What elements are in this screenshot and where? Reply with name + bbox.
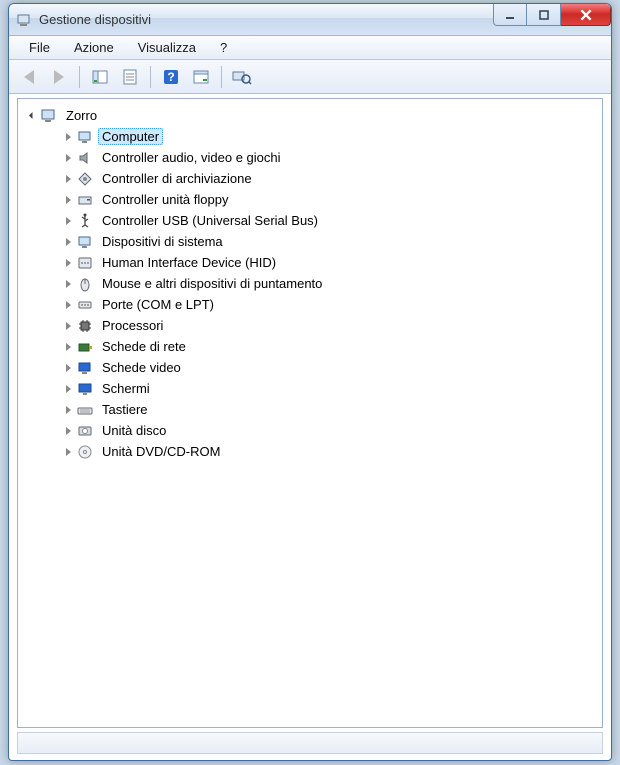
svg-text:?: ?: [167, 70, 174, 84]
help-button[interactable]: ?: [157, 63, 185, 91]
tree-item-label: Mouse e altri dispositivi di puntamento: [98, 275, 326, 292]
expander-icon[interactable]: [62, 131, 74, 143]
scan-hardware-button[interactable]: [228, 63, 256, 91]
tree-item-label: Dispositivi di sistema: [98, 233, 227, 250]
action-button[interactable]: [187, 63, 215, 91]
floppy-controller-icon: [76, 191, 94, 209]
tree-item[interactable]: Schede di rete: [58, 336, 598, 357]
tree-item[interactable]: Dispositivi di sistema: [58, 231, 598, 252]
tree-item[interactable]: Unità DVD/CD-ROM: [58, 441, 598, 462]
window-title: Gestione dispositivi: [39, 12, 151, 27]
tree-item-label: Controller audio, video e giochi: [98, 149, 285, 166]
network-adapter-icon: [76, 338, 94, 356]
menu-action[interactable]: Azione: [64, 37, 124, 58]
tree-item[interactable]: Schede video: [58, 357, 598, 378]
expander-icon[interactable]: [62, 257, 74, 269]
expander-icon[interactable]: [62, 278, 74, 290]
expander-icon[interactable]: [62, 152, 74, 164]
hid-icon: [76, 254, 94, 272]
expander-icon[interactable]: [62, 446, 74, 458]
usb-icon: [76, 212, 94, 230]
forward-button[interactable]: [45, 63, 73, 91]
maximize-button[interactable]: [527, 4, 561, 26]
tree-item[interactable]: Controller audio, video e giochi: [58, 147, 598, 168]
expander-icon[interactable]: [62, 425, 74, 437]
tree-item-label: Schede di rete: [98, 338, 190, 355]
expander-icon[interactable]: [62, 341, 74, 353]
tree-item[interactable]: Computer: [58, 126, 598, 147]
properties-button[interactable]: [116, 63, 144, 91]
expander-icon[interactable]: [62, 404, 74, 416]
close-button[interactable]: [561, 4, 611, 26]
minimize-button[interactable]: [493, 4, 527, 26]
tree-item-label: Controller USB (Universal Serial Bus): [98, 212, 322, 229]
tree-root-label: Zorro: [62, 107, 101, 124]
tree-item[interactable]: Tastiere: [58, 399, 598, 420]
expander-icon[interactable]: [26, 110, 38, 122]
show-hide-tree-button[interactable]: [86, 63, 114, 91]
computer-icon: [76, 128, 94, 146]
tree-item-label: Processori: [98, 317, 167, 334]
tree-item[interactable]: Controller di archiviazione: [58, 168, 598, 189]
statusbar: [17, 732, 603, 754]
menu-help[interactable]: ?: [210, 37, 237, 58]
tree-item[interactable]: Human Interface Device (HID): [58, 252, 598, 273]
tree-item[interactable]: Porte (COM e LPT): [58, 294, 598, 315]
menu-file[interactable]: File: [19, 37, 60, 58]
monitor-icon: [76, 380, 94, 398]
tree-item-label: Schede video: [98, 359, 185, 376]
expander-icon[interactable]: [62, 215, 74, 227]
device-tree: Zorro Computer Controller audio, video e …: [22, 105, 598, 462]
dvd-drive-icon: [76, 443, 94, 461]
tree-item[interactable]: Controller USB (Universal Serial Bus): [58, 210, 598, 231]
tree-item[interactable]: Unità disco: [58, 420, 598, 441]
device-manager-window: Gestione dispositivi File Azione Visuali…: [8, 3, 612, 761]
titlebar[interactable]: Gestione dispositivi: [9, 4, 611, 36]
tree-item-label: Porte (COM e LPT): [98, 296, 218, 313]
disk-drive-icon: [76, 422, 94, 440]
tree-item-label: Controller di archiviazione: [98, 170, 256, 187]
port-icon: [76, 296, 94, 314]
expander-icon[interactable]: [62, 362, 74, 374]
storage-controller-icon: [76, 170, 94, 188]
expander-icon[interactable]: [62, 236, 74, 248]
computer-root-icon: [40, 107, 58, 125]
tree-content[interactable]: Zorro Computer Controller audio, video e …: [17, 98, 603, 728]
tree-item[interactable]: Schermi: [58, 378, 598, 399]
keyboard-icon: [76, 401, 94, 419]
expander-icon[interactable]: [62, 383, 74, 395]
tree-item[interactable]: Mouse e altri dispositivi di puntamento: [58, 273, 598, 294]
toolbar-separator: [150, 66, 151, 88]
toolbar-separator: [221, 66, 222, 88]
app-icon: [17, 12, 33, 28]
tree-item-label: Tastiere: [98, 401, 152, 418]
tree-item-label: Human Interface Device (HID): [98, 254, 280, 271]
toolbar-separator: [79, 66, 80, 88]
expander-icon[interactable]: [62, 320, 74, 332]
tree-item-label: Controller unità floppy: [98, 191, 232, 208]
toolbar: ?: [9, 60, 611, 94]
menubar: File Azione Visualizza ?: [9, 36, 611, 60]
expander-icon[interactable]: [62, 299, 74, 311]
tree-item[interactable]: Processori: [58, 315, 598, 336]
expander-icon[interactable]: [62, 173, 74, 185]
tree-item-label: Unità DVD/CD-ROM: [98, 443, 224, 460]
system-device-icon: [76, 233, 94, 251]
processor-icon: [76, 317, 94, 335]
mouse-icon: [76, 275, 94, 293]
expander-icon[interactable]: [62, 194, 74, 206]
tree-item-label: Unità disco: [98, 422, 170, 439]
tree-item-label: Schermi: [98, 380, 154, 397]
menu-view[interactable]: Visualizza: [128, 37, 206, 58]
display-adapter-icon: [76, 359, 94, 377]
tree-item[interactable]: Controller unità floppy: [58, 189, 598, 210]
audio-icon: [76, 149, 94, 167]
back-button[interactable]: [15, 63, 43, 91]
tree-item-label: Computer: [98, 128, 163, 145]
tree-root-node[interactable]: Zorro: [22, 105, 598, 126]
